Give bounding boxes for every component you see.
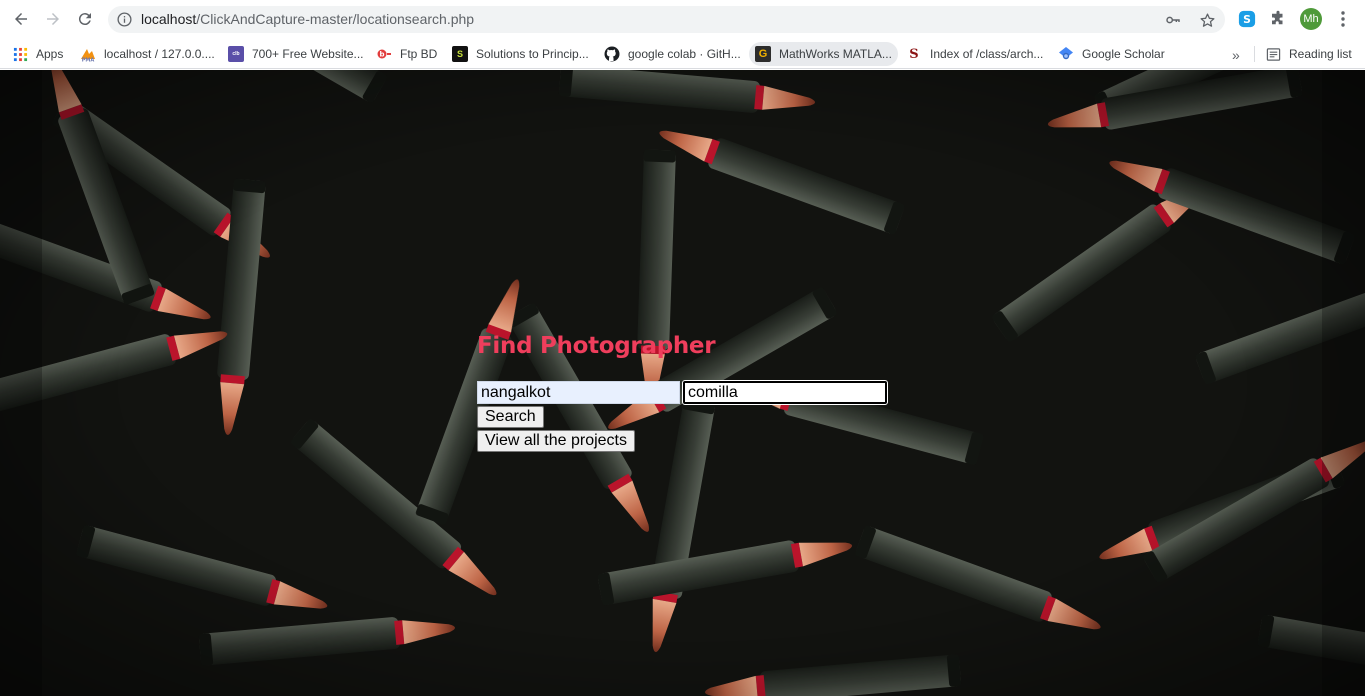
bookmark-label: Google Scholar <box>1082 47 1165 61</box>
view-all-projects-button[interactable]: View all the projects <box>477 430 635 452</box>
forward-arrow-icon <box>47 13 59 25</box>
url-host: localhost <box>141 11 197 27</box>
reading-list-label: Reading list <box>1289 47 1352 61</box>
stanford-icon: S <box>909 46 919 62</box>
browser-menu-icon[interactable] <box>1335 9 1351 29</box>
page-viewport: Find Photographer Search View all the pr… <box>0 70 1365 696</box>
forward-button[interactable] <box>40 7 66 31</box>
bookmark-label: Ftp BD <box>400 47 438 61</box>
back-button[interactable] <box>8 7 34 31</box>
bookmarks-bar: Apps PMA localhost / 127.0.0.... clb 700… <box>0 38 1365 69</box>
bookmark-solutions[interactable]: S Solutions to Princip... <box>452 42 589 66</box>
github-icon <box>604 46 620 62</box>
site-info-icon[interactable] <box>117 12 132 27</box>
browser-toolbar: localhost/ClickAndCapture-master/locatio… <box>0 0 1365 38</box>
back-arrow-icon <box>15 13 27 25</box>
search-button[interactable]: Search <box>477 406 544 428</box>
svg-text:PMA: PMA <box>82 58 95 63</box>
bookmark-ftpbd[interactable]: b Ftp BD <box>376 42 437 66</box>
bookmark-label: localhost / 127.0.0.... <box>104 47 215 61</box>
more-bookmarks-icon[interactable]: » <box>1232 47 1240 63</box>
phpmyadmin-icon: PMA <box>80 46 96 62</box>
city-input[interactable] <box>682 380 888 405</box>
bookmark-label: MathWorks MATLA... <box>779 47 892 61</box>
svg-text:b: b <box>379 51 384 59</box>
bookmark-stanford-index[interactable]: S Index of /class/arch... <box>906 42 1043 66</box>
address-bar[interactable]: localhost/ClickAndCapture-master/locatio… <box>108 6 1225 33</box>
reading-list[interactable]: Reading list <box>1265 42 1352 66</box>
solutions-icon: S <box>452 46 468 62</box>
bookmark-label: Apps <box>36 47 64 61</box>
reload-icon <box>78 13 91 26</box>
ftpbd-icon: b <box>376 46 392 62</box>
password-key-icon[interactable] <box>1164 11 1182 29</box>
bookmark-star-icon[interactable] <box>1198 11 1216 29</box>
svg-text:S: S <box>1243 13 1251 26</box>
bookmark-label: Solutions to Princip... <box>476 47 589 61</box>
apps-grid-icon <box>12 46 28 62</box>
profile-avatar[interactable]: Mh <box>1300 8 1322 30</box>
bookmark-label: Index of /class/arch... <box>930 47 1044 61</box>
bookmark-label: google colab · GitH... <box>628 47 741 61</box>
bookmark-label: 700+ Free Website... <box>252 47 364 61</box>
bookmark-colorlib[interactable]: clb 700+ Free Website... <box>228 42 364 66</box>
url-path: /ClickAndCapture-master/locationsearch.p… <box>196 11 475 27</box>
url-text: localhost/ClickAndCapture-master/locatio… <box>141 11 474 28</box>
extensions-puzzle-icon[interactable] <box>1268 9 1288 29</box>
bookmark-github[interactable]: google colab · GitH... <box>604 42 741 66</box>
bookmark-apps[interactable]: Apps <box>12 42 63 66</box>
colorlib-icon: clb <box>228 46 244 62</box>
scholar-icon <box>1058 46 1074 62</box>
bookmark-google-scholar[interactable]: Google Scholar <box>1058 42 1165 66</box>
reload-button[interactable] <box>72 7 98 31</box>
search-panel: Find Photographer Search View all the pr… <box>477 333 897 452</box>
bookmarks-divider <box>1254 46 1255 62</box>
mathworks-icon: G <box>755 46 771 62</box>
skype-extension-icon[interactable]: S <box>1237 9 1257 29</box>
bookmark-mathworks[interactable]: G MathWorks MATLA... <box>749 42 898 66</box>
reading-list-icon <box>1265 46 1281 62</box>
location-input[interactable] <box>477 381 680 404</box>
page-title: Find Photographer <box>477 333 716 359</box>
bookmark-phpmyadmin[interactable]: PMA localhost / 127.0.0.... <box>80 42 215 66</box>
